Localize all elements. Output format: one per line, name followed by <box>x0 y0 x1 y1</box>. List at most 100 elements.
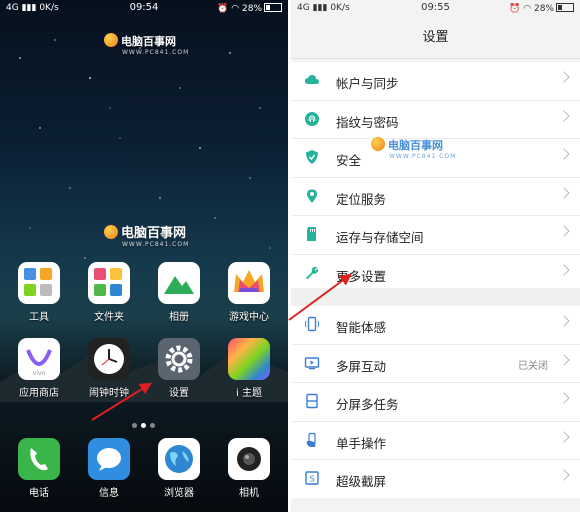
settings-screen: 4G ▮▮▮ 0K/s 09:55 ⏰ ◠ 28% 设置 帐户与同步 指纹与密码… <box>291 0 580 512</box>
settings-item-account-sync[interactable]: 帐户与同步 <box>291 62 580 101</box>
app-label: 游戏中心 <box>229 312 269 323</box>
phone-gesture-icon <box>305 316 319 332</box>
settings-group-1: 帐户与同步 指纹与密码 安全 定位服务 运存与存储空间 更多设置 <box>291 62 580 292</box>
app-label: 应用商店 <box>19 388 59 399</box>
settings-item-multi-screen[interactable]: 多屏互动 已关闭 <box>291 345 580 383</box>
app-themes[interactable]: i 主题 <box>219 338 279 399</box>
settings-item-location[interactable]: 定位服务 <box>291 178 580 216</box>
settings-item-label: 分屏多任务 <box>336 397 399 412</box>
multi-screen-icon <box>304 356 320 369</box>
chevron-right-icon <box>558 186 570 199</box>
app-label: 信息 <box>99 488 119 499</box>
page-title: 设置 <box>291 18 580 59</box>
app-clock[interactable]: 闹钟时钟 <box>79 338 139 399</box>
gear-icon <box>158 338 200 380</box>
split-screen-icon <box>306 393 318 409</box>
settings-item-split-screen[interactable]: 分屏多任务 <box>291 383 580 422</box>
app-store[interactable]: vivo 应用商店 <box>9 338 69 399</box>
dock-camera[interactable]: 相机 <box>219 438 279 499</box>
app-label: 相册 <box>169 312 189 323</box>
settings-item-label: 单手操作 <box>336 435 387 451</box>
settings-item-status: 已关闭 <box>518 360 548 372</box>
settings-item-label: 帐户与同步 <box>336 76 399 91</box>
chevron-right-icon <box>558 392 570 404</box>
chevron-right-icon <box>558 315 570 327</box>
app-label: 浏览器 <box>164 488 194 499</box>
alarm-icon: ⏰ <box>509 4 521 14</box>
folder-icon <box>88 262 130 304</box>
settings-item-smart-motion[interactable]: 智能体感 <box>291 306 580 345</box>
screenshot-icon: S <box>305 471 319 485</box>
shield-icon <box>306 150 318 164</box>
settings-item-more-settings[interactable]: 更多设置 <box>291 255 580 293</box>
app-label: 工具 <box>29 312 49 323</box>
settings-item-storage[interactable]: 运存与存储空间 <box>291 216 580 255</box>
app-folder[interactable]: 文件夹 <box>79 262 139 323</box>
section-gap <box>291 288 580 306</box>
chevron-right-icon <box>558 109 570 122</box>
alarm-icon: ⏰ <box>217 4 229 14</box>
theme-icon <box>228 338 270 380</box>
watermark-logo-icon <box>104 33 118 47</box>
center-watermark: 电脑百事网 WWW.PC841.COM <box>104 222 189 248</box>
wrench-icon <box>306 266 318 279</box>
watermark: 电脑百事网 WWW.PC841.COM <box>371 137 456 160</box>
wifi-icon: ◠ <box>231 4 240 14</box>
app-label: 闹钟时钟 <box>89 388 129 399</box>
app-store-icon: vivo <box>18 338 60 380</box>
chevron-right-icon <box>558 148 570 160</box>
battery-percent: 28% <box>241 4 262 14</box>
dock-phone[interactable]: 电话 <box>9 438 69 499</box>
chevron-right-icon <box>558 469 570 481</box>
settings-item-one-hand[interactable]: 单手操作 <box>291 422 580 460</box>
gallery-icon <box>158 262 200 304</box>
message-icon <box>88 438 130 480</box>
fingerprint-icon <box>305 111 319 126</box>
battery-percent: 28% <box>533 4 554 14</box>
settings-item-label: 更多设置 <box>336 268 387 284</box>
chevron-right-icon <box>558 430 570 443</box>
home-screen: 4G ▮▮▮ 0K/s 09:54 ⏰ ◠ 28% 电脑百事网 WWW.PC84… <box>0 0 288 512</box>
watermark-logo-icon <box>371 137 385 151</box>
settings-group-2: 智能体感 多屏互动 已关闭 分屏多任务 单手操作 S 超级截屏 <box>291 306 580 498</box>
status-bar: 4G ▮▮▮ 0K/s 09:55 ⏰ ◠ 28% <box>291 0 580 18</box>
settings-item-label: 定位服务 <box>336 191 387 207</box>
app-label: i 主题 <box>236 388 262 399</box>
chevron-right-icon <box>558 353 570 366</box>
settings-item-label: 多屏互动 <box>336 358 387 374</box>
dock-messages[interactable]: 信息 <box>79 438 139 499</box>
globe-icon <box>158 438 200 480</box>
wifi-icon: ◠ <box>523 4 532 14</box>
dock-browser[interactable]: 浏览器 <box>149 438 209 499</box>
app-gallery[interactable]: 相册 <box>149 262 209 323</box>
one-hand-icon <box>306 432 316 447</box>
location-pin-icon <box>307 189 317 203</box>
settings-item-label: 智能体感 <box>336 320 387 335</box>
app-game-center[interactable]: 游戏中心 <box>219 262 279 323</box>
app-tools[interactable]: 工具 <box>9 262 69 323</box>
chevron-right-icon <box>558 225 570 237</box>
camera-icon <box>228 438 270 480</box>
settings-item-super-screenshot[interactable]: S 超级截屏 <box>291 460 580 498</box>
sd-card-icon <box>307 227 316 241</box>
svg-text:S: S <box>309 475 314 484</box>
chevron-right-icon <box>558 71 570 83</box>
crown-icon <box>228 262 270 304</box>
settings-item-label: 超级截屏 <box>336 474 387 489</box>
settings-item-label: 指纹与密码 <box>336 114 399 130</box>
status-bar: 4G ▮▮▮ 0K/s 09:54 ⏰ ◠ 28% <box>0 0 288 18</box>
app-label: 相机 <box>239 488 259 499</box>
settings-item-label: 安全 <box>336 153 362 168</box>
battery-icon <box>556 3 574 12</box>
phone-icon <box>18 438 60 480</box>
tools-folder-icon <box>18 262 60 304</box>
settings-item-fingerprint[interactable]: 指纹与密码 <box>291 101 580 139</box>
page-indicator <box>130 413 157 432</box>
app-label: 电话 <box>29 488 49 499</box>
svg-text:vivo: vivo <box>33 370 46 377</box>
cloud-icon <box>305 75 319 84</box>
app-label: 文件夹 <box>94 312 124 323</box>
app-settings[interactable]: 设置 <box>149 338 209 399</box>
watermark: 电脑百事网 WWW.PC841.COM <box>104 33 189 56</box>
app-label: 设置 <box>169 388 189 399</box>
